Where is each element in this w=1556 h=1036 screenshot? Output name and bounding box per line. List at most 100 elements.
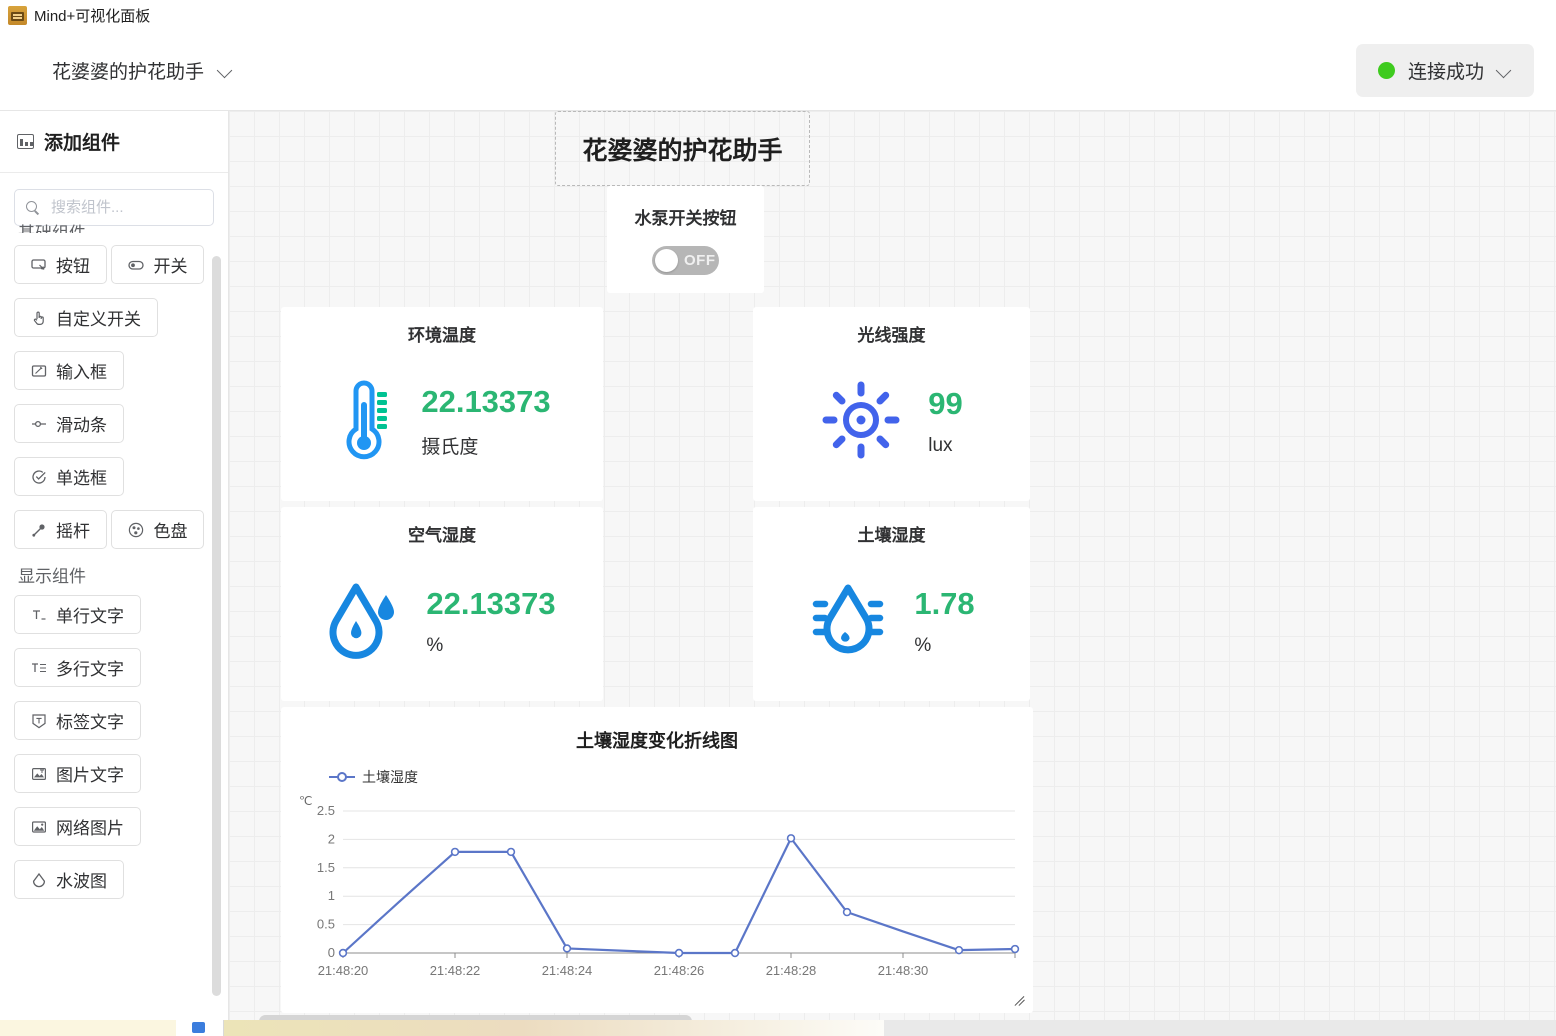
component-button-button[interactable]: 按钮 <box>14 245 107 284</box>
sidebar-title: 添加组件 <box>44 133 121 154</box>
group-title-basic: 基础组件 <box>18 224 214 233</box>
search-box[interactable] <box>14 189 214 226</box>
svg-text:21:48:24: 21:48:24 <box>542 963 593 978</box>
slider-icon <box>31 416 47 432</box>
card-title: 空气湿度 <box>408 526 476 545</box>
toggle-knob <box>655 249 678 272</box>
pump-toggle[interactable]: OFF <box>652 246 719 275</box>
sun-icon <box>820 379 902 466</box>
component-button-radio[interactable]: 单选框 <box>14 457 124 496</box>
sidebar-header: 添加组件 <box>0 111 228 173</box>
widget-ambient-temperature[interactable]: 环境温度 22.13373 摄氏度 <box>281 307 603 501</box>
component-button-tag-text[interactable]: 标签文字 <box>14 701 141 741</box>
chart-legend[interactable]: 土壤湿度 <box>329 767 1033 787</box>
svg-text:2.5: 2.5 <box>317 803 335 818</box>
chevron-down-icon <box>218 63 233 78</box>
chart-plot-area: ℃ 0 0.5 1 1.5 2 2.5 21:48:20 21:48:22 21:48:24 21:… <box>281 789 1033 989</box>
connection-status-label: 连接成功 <box>1407 61 1484 83</box>
card-body: 1.78 % <box>753 552 1030 692</box>
window-title-bar: Mind+可视化面板 <box>0 0 1556 30</box>
svg-text:21:48:20: 21:48:20 <box>318 963 369 978</box>
card-unit: lux <box>928 434 953 456</box>
card-value: 22.13373 <box>421 383 551 419</box>
card-title: 环境温度 <box>408 326 476 345</box>
component-button-switch[interactable]: 开关 <box>111 245 205 284</box>
taskbar-gradient-segment <box>224 1020 884 1036</box>
sidebar-scrollbar[interactable] <box>212 256 221 996</box>
search-icon <box>26 200 40 215</box>
connection-status-button[interactable]: 连接成功 <box>1355 43 1534 97</box>
component-label: 标签文字 <box>56 713 124 733</box>
project-name: 花婆婆的护花助手 <box>52 61 205 83</box>
card-value: 99 <box>928 386 963 422</box>
component-button-multi-line-text[interactable]: 多行文字 <box>14 648 141 688</box>
component-label: 单选框 <box>56 469 107 488</box>
legend-marker-icon <box>329 771 355 783</box>
widget-soil-moisture[interactable]: 土壤湿度 1.78 % <box>753 507 1030 701</box>
card-body: 22.13373 % <box>281 552 603 692</box>
app-title: Mind+可视化面板 <box>34 7 151 25</box>
chevron-down-icon <box>1497 63 1512 78</box>
widget-dashboard-title[interactable]: 花婆婆的护花助手 <box>555 111 810 186</box>
card-title: 土壤湿度 <box>857 526 926 545</box>
component-button-joystick[interactable]: 摇杆 <box>14 510 107 549</box>
search-input[interactable] <box>49 198 202 217</box>
status-dot-icon <box>1377 61 1395 79</box>
component-label: 自定义开关 <box>56 310 141 329</box>
widget-pump-switch[interactable]: 水泵开关按钮 OFF <box>607 186 764 293</box>
card-body: 22.13373 摄氏度 <box>281 352 603 492</box>
taskbar-left-segment <box>0 1020 176 1036</box>
svg-text:1.5: 1.5 <box>317 860 335 875</box>
svg-text:21:48:22: 21:48:22 <box>430 963 481 978</box>
input-box-icon <box>31 363 47 379</box>
component-button-input-box[interactable]: 输入框 <box>14 351 124 390</box>
chart-svg: ℃ 0 0.5 1 1.5 2 2.5 21:48:20 21:48:22 21:48:24 21:… <box>299 794 1020 978</box>
component-label: 网络图片 <box>56 819 124 839</box>
component-label: 滑动条 <box>56 416 107 435</box>
component-label: 多行文字 <box>56 660 124 680</box>
component-button-color-palette[interactable]: 色盘 <box>111 510 205 549</box>
component-button-water-wave[interactable]: 水波图 <box>14 860 124 900</box>
component-button-image-text[interactable]: 图片文字 <box>14 754 141 794</box>
radio-check-icon <box>31 469 47 485</box>
taskbar <box>0 1020 1556 1036</box>
card-value: 1.78 <box>914 586 975 622</box>
widget-air-humidity[interactable]: 空气湿度 22.13373 % <box>281 507 603 701</box>
card-values: 22.13373 % <box>426 587 555 656</box>
multi-line-text-icon <box>31 660 47 676</box>
toggle-state-text: OFF <box>684 252 716 269</box>
svg-text:21:48:30: 21:48:30 <box>878 963 929 978</box>
robot-icon <box>8 5 27 25</box>
project-selector[interactable]: 花婆婆的护花助手 <box>52 57 233 84</box>
widget-soil-moisture-chart[interactable]: 土壤湿度变化折线图 土壤湿度 ℃ 0 0.5 1 1.5 2 2.5 21:48:20 21:4… <box>281 707 1033 1013</box>
network-image-icon <box>31 819 47 835</box>
taskbar-window-segment[interactable] <box>176 1020 224 1036</box>
widget-light-intensity[interactable]: 光线强度 99 lux <box>753 307 1030 501</box>
component-button-network-image[interactable]: 网络图片 <box>14 807 141 847</box>
image-text-icon <box>31 766 47 782</box>
joystick-icon <box>31 522 47 538</box>
component-label: 色盘 <box>153 522 188 541</box>
water-wave-icon <box>31 872 47 888</box>
component-label: 摇杆 <box>56 522 90 541</box>
component-button-slider[interactable]: 滑动条 <box>14 404 124 443</box>
component-label: 按钮 <box>56 257 90 276</box>
tag-text-icon <box>31 713 47 729</box>
thermometer-icon <box>333 377 395 468</box>
card-values: 99 lux <box>928 387 962 456</box>
pump-switch-label: 水泵开关按钮 <box>634 209 737 228</box>
app-header: 花婆婆的护花助手 连接成功 <box>0 30 1556 110</box>
group-title-display: 显示组件 <box>18 567 86 586</box>
card-unit: % <box>426 634 444 656</box>
component-label: 单行文字 <box>56 607 124 627</box>
component-button-single-line-text[interactable]: 单行文字 <box>14 595 141 635</box>
component-button-custom-switch[interactable]: 自定义开关 <box>14 298 158 337</box>
component-list-scroll[interactable]: 基础组件 按钮 开关 自定义开关 输入框 滑动条 <box>0 224 228 1036</box>
component-label: 输入框 <box>56 363 107 382</box>
resize-handle-icon[interactable] <box>1014 994 1029 1009</box>
chart-title: 土壤湿度变化折线图 <box>576 731 738 751</box>
dashboard-canvas[interactable]: 花婆婆的护花助手 水泵开关按钮 OFF 环境温度 22.13373 摄氏度 光线… <box>229 110 1556 1036</box>
button-icon <box>31 257 47 273</box>
svg-text:℃: ℃ <box>299 794 312 808</box>
card-body: 99 lux <box>753 352 1030 492</box>
